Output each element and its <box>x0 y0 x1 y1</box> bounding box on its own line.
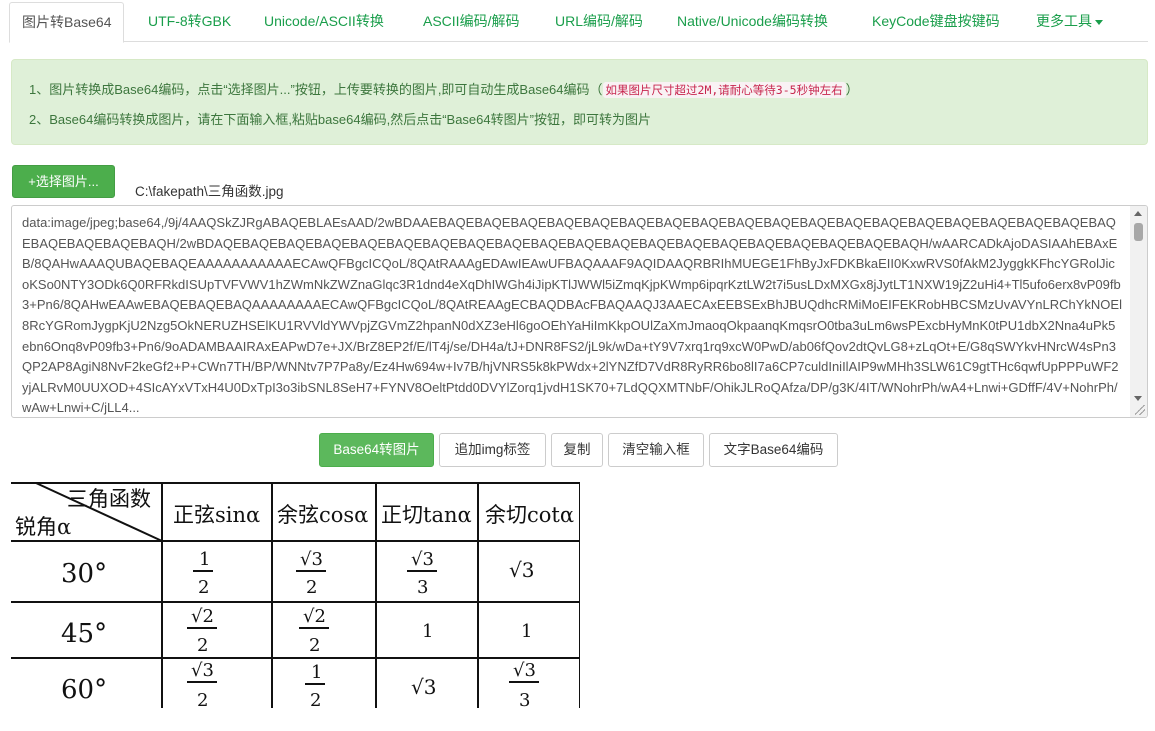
copy-button[interactable]: 复制 <box>551 433 603 467</box>
selected-file-path: C:\fakepath\三角函数.jpg <box>135 184 284 199</box>
scroll-up-icon[interactable] <box>1134 211 1142 216</box>
tab-ascii-encode[interactable]: ASCII编码/解码 <box>423 2 519 42</box>
tab-more-tools[interactable]: 更多工具 <box>1036 2 1103 42</box>
base64-to-image-button[interactable]: Base64转图片 <box>319 433 434 467</box>
svg-text:2: 2 <box>198 577 209 598</box>
cell-tan-60: √3 <box>411 675 436 699</box>
scroll-thumb[interactable] <box>1134 223 1143 241</box>
cell-cos-60: 1 2 <box>305 662 325 708</box>
instructions-box: 1、图片转换成Base64编码，点击“选择图片...”按钮，上传要转换的图片,即… <box>11 59 1148 145</box>
tab-bar: 图片转Base64 UTF-8转GBK Unicode/ASCII转换 ASCI… <box>9 0 1148 43</box>
tab-utf8-to-gbk[interactable]: UTF-8转GBK <box>148 2 231 42</box>
svg-text:3: 3 <box>519 690 530 708</box>
clear-input-button[interactable]: 清空输入框 <box>608 433 704 467</box>
instruction-1-text: 1、图片转换成Base64编码，点击“选择图片...”按钮，上传要转换的图片,即… <box>29 82 603 97</box>
cell-sin-45: √2 2 <box>187 606 217 656</box>
cell-cot-45: 1 <box>521 621 532 642</box>
tab-more-tools-label: 更多工具 <box>1036 13 1092 29</box>
angle-30: 30° <box>61 559 107 589</box>
select-image-button[interactable]: +选择图片... <box>12 165 115 198</box>
svg-text:2: 2 <box>306 577 317 598</box>
header-corner-bottom: 锐角α <box>15 515 71 539</box>
caret-down-icon <box>1095 19 1103 25</box>
instruction-line-2: 2、Base64编码转换成图片，请在下面输入框,粘贴base64编码,然后点击“… <box>29 112 651 127</box>
svg-text:2: 2 <box>309 635 320 656</box>
tab-native-unicode[interactable]: Native/Unicode编码转换 <box>677 2 828 42</box>
tab-image-to-base64[interactable]: 图片转Base64 <box>9 2 125 43</box>
angle-45: 45° <box>61 619 107 649</box>
header-sin: 正弦sinα <box>173 503 260 527</box>
header-tan: 正切tanα <box>381 503 472 527</box>
svg-text:3: 3 <box>417 577 428 598</box>
resize-handle-icon[interactable] <box>1135 405 1145 415</box>
tab-url-encode[interactable]: URL编码/解码 <box>555 2 643 42</box>
scroll-down-icon[interactable] <box>1134 396 1142 401</box>
svg-text:2: 2 <box>310 690 321 708</box>
angle-60: 60° <box>61 675 107 705</box>
text-base64-button[interactable]: 文字Base64编码 <box>709 433 838 467</box>
instruction-1-end: ） <box>845 82 859 97</box>
cell-cot-60: √3 3 <box>509 660 539 708</box>
cell-tan-45: 1 <box>422 621 433 642</box>
svg-text:2: 2 <box>197 635 208 656</box>
trig-table-image: 三角函数 锐角α 正弦sinα 余弦cosα 正切tanα 余切cotα 30°… <box>11 482 580 708</box>
svg-text:1: 1 <box>199 549 210 570</box>
header-cos: 余弦cosα <box>277 503 368 527</box>
svg-text:√2: √2 <box>303 606 326 627</box>
instruction-line-1: 1、图片转换成Base64编码，点击“选择图片...”按钮，上传要转换的图片,即… <box>29 79 859 98</box>
base64-textarea-value: data:image/jpeg;base64,/9j/4AAQSkZJRgABA… <box>22 215 1122 416</box>
cell-sin-30: 1 2 <box>193 549 213 598</box>
svg-text:√3: √3 <box>300 549 323 570</box>
svg-text:√3: √3 <box>513 660 536 681</box>
size-warning-note: 如果图片尺寸超过2M,请耐心等待3-5秒钟左右 <box>602 82 846 98</box>
svg-text:2: 2 <box>197 690 208 708</box>
svg-text:√2: √2 <box>191 606 214 627</box>
add-img-tag-button[interactable]: 追加img标签 <box>439 433 546 467</box>
cell-tan-30: √3 3 <box>407 549 437 598</box>
svg-text:1: 1 <box>311 662 322 683</box>
tab-keycode[interactable]: KeyCode键盘按键码 <box>872 2 1000 42</box>
tab-unicode-ascii[interactable]: Unicode/ASCII转换 <box>264 2 384 42</box>
cell-cot-30: √3 <box>509 558 534 582</box>
svg-text:√3: √3 <box>411 549 434 570</box>
converted-image: 三角函数 锐角α 正弦sinα 余弦cosα 正切tanα 余切cotα 30°… <box>11 482 580 708</box>
base64-textarea[interactable]: data:image/jpeg;base64,/9j/4AAQSkZJRgABA… <box>11 205 1148 418</box>
cell-cos-30: √3 2 <box>296 549 326 598</box>
svg-text:√3: √3 <box>191 660 214 681</box>
header-corner-top: 三角函数 <box>67 487 151 511</box>
textarea-scrollbar[interactable] <box>1130 206 1147 417</box>
cell-cos-45: √2 2 <box>299 606 329 656</box>
header-cot: 余切cotα <box>485 503 574 527</box>
cell-sin-60: √3 2 <box>187 660 217 708</box>
